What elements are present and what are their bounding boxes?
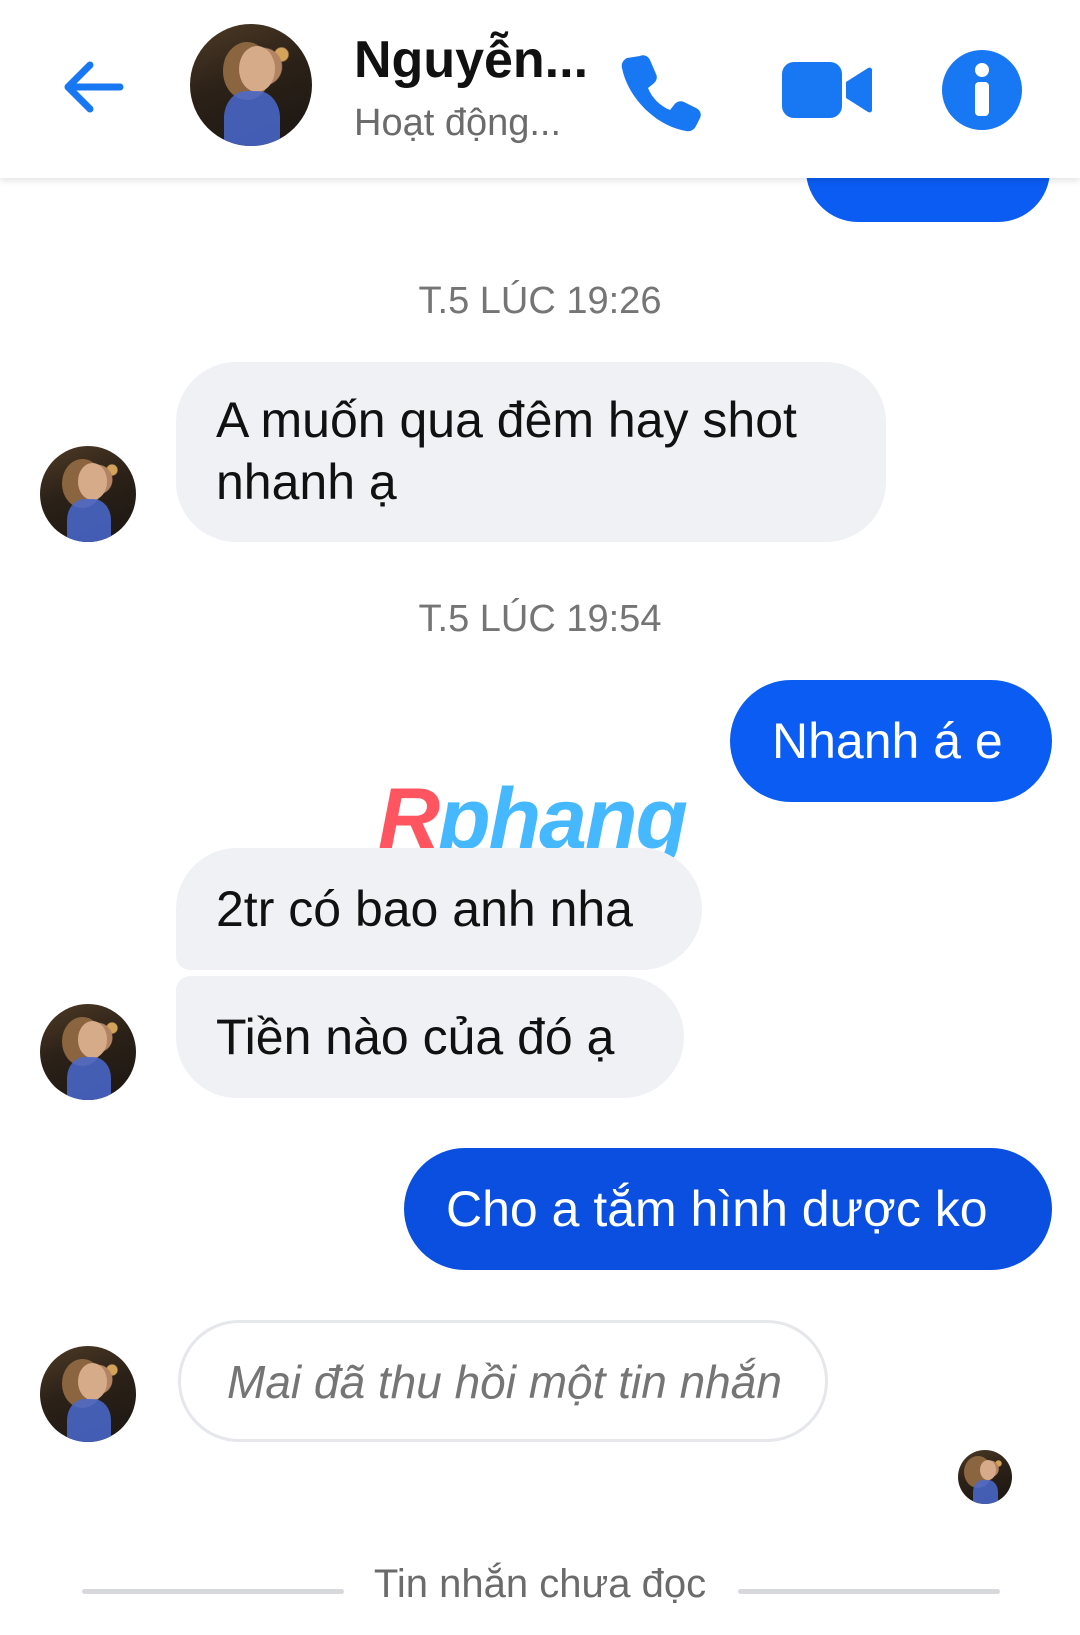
- sender-avatar[interactable]: [40, 1346, 136, 1442]
- retracted-message-notice: Mai đã thu hồi một tin nhắn: [178, 1320, 828, 1442]
- phone-icon[interactable]: [618, 48, 702, 132]
- outgoing-message[interactable]: Nhanh á e: [730, 680, 1052, 802]
- seen-receipt-avatar: [958, 1450, 1012, 1504]
- contact-status: Hoạt động...: [354, 102, 562, 144]
- message-text: Tiền nào của đó ạ: [216, 1009, 615, 1065]
- incoming-message[interactable]: Tiền nào của đó ạ: [176, 976, 684, 1098]
- back-arrow-icon[interactable]: [58, 52, 128, 122]
- sender-avatar[interactable]: [40, 446, 136, 542]
- unread-divider-label: Tin nhắn chưa đọc: [373, 1562, 707, 1606]
- divider-line-right: [738, 1589, 1000, 1594]
- message-text: A muốn qua đêm hay shot nhanh ạ: [216, 392, 797, 510]
- chat-header: Nguyễn... Hoạt động...: [0, 0, 1080, 178]
- message-timestamp: T.5 LÚC 19:54: [418, 598, 662, 640]
- contact-avatar[interactable]: [190, 24, 312, 146]
- message-text: Nhanh á e: [772, 713, 1003, 769]
- message-text: Cho a tắm hình dược ko: [446, 1181, 988, 1237]
- info-icon[interactable]: [940, 48, 1024, 132]
- message-text: 2tr có bao anh nha: [216, 881, 633, 937]
- incoming-message[interactable]: 2tr có bao anh nha: [176, 848, 702, 970]
- contact-name[interactable]: Nguyễn...: [354, 30, 588, 90]
- message-timestamp: T.5 LÚC 19:26: [418, 280, 662, 322]
- video-camera-icon[interactable]: [778, 48, 874, 132]
- sender-avatar[interactable]: [40, 1004, 136, 1100]
- incoming-message[interactable]: A muốn qua đêm hay shot nhanh ạ: [176, 362, 886, 542]
- outgoing-message[interactable]: Cho a tắm hình dược ko: [404, 1148, 1052, 1270]
- retracted-text: Mai đã thu hồi một tin nhắn: [227, 1356, 782, 1408]
